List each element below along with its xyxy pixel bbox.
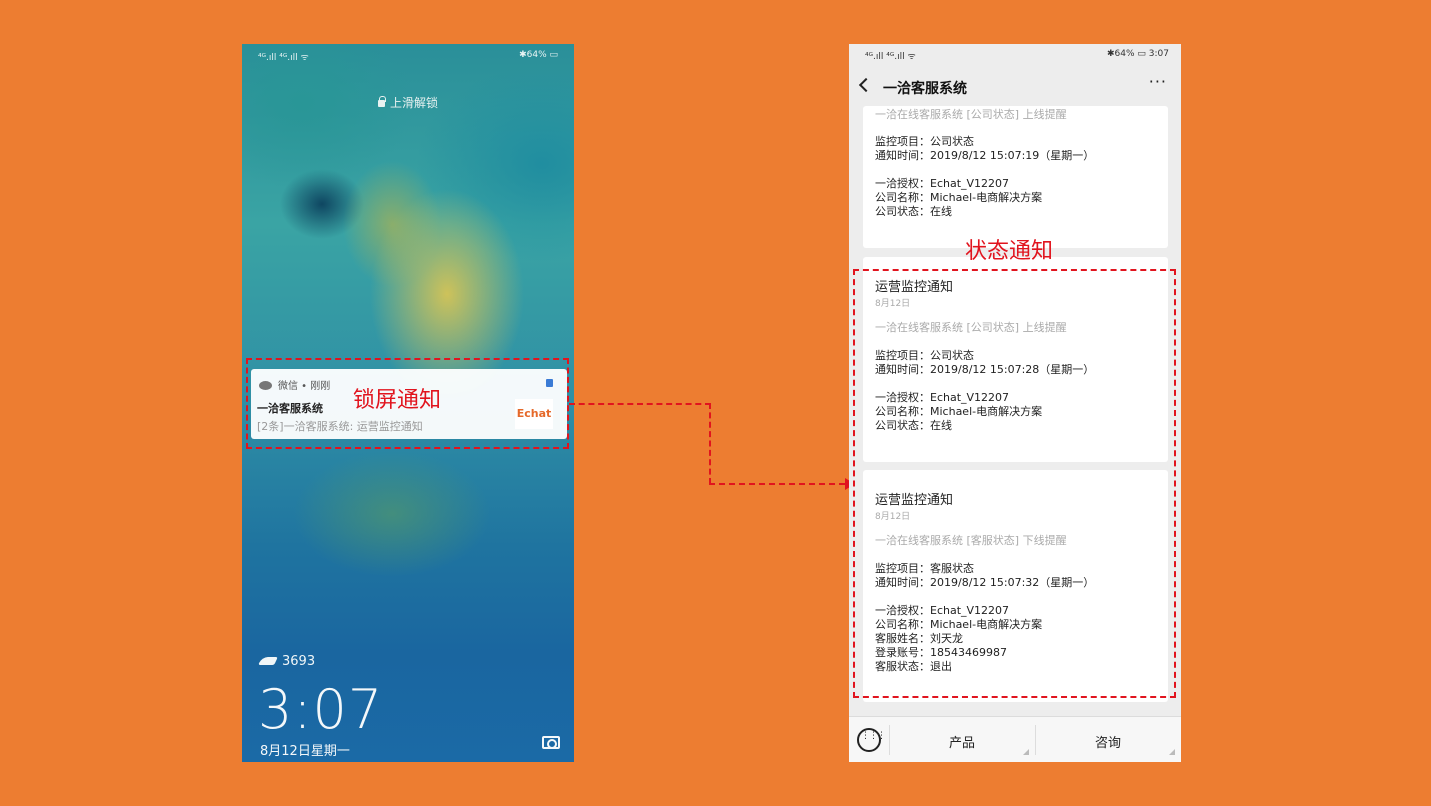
card-line: 公司状态：在线 (875, 205, 952, 218)
keyboard-icon[interactable] (857, 728, 885, 752)
battery-status: ✱64% ▭ (519, 50, 558, 60)
lock-notification-label: 锁屏通知 (353, 388, 442, 413)
submenu-indicator-icon (1023, 749, 1029, 755)
connector-line-3 (709, 483, 845, 485)
status-notification-highlight (853, 269, 1176, 698)
step-count: 3693 (282, 654, 316, 669)
more-icon[interactable]: ··· (1149, 72, 1167, 91)
step-counter: 3693 (258, 654, 316, 669)
camera-icon[interactable] (542, 736, 560, 749)
status-bar: ⁴ᴳ.ıll ⁴ᴳ.ıll ᯤ ✱64% ▭ 3:07 (865, 49, 1169, 63)
lock-icon (377, 96, 386, 107)
shoe-icon (258, 657, 278, 665)
back-icon[interactable] (858, 77, 874, 93)
chat-title: 一洽客服系统 (883, 81, 967, 97)
menu-consult-button[interactable]: 咨询 (1035, 732, 1181, 751)
submenu-indicator-icon (1169, 749, 1175, 755)
card-line: 通知时间：2019/8/12 15:07:19（星期一） (875, 149, 1095, 162)
status-bar: ⁴ᴳ.ıll ⁴ᴳ.ıll ᯤ ✱64% ▭ (258, 50, 558, 64)
card-subtitle: 一洽在线客服系统 [公司状态] 上线提醒 (875, 108, 1067, 121)
signal-icons: ⁴ᴳ.ıll ⁴ᴳ.ıll ᯤ (258, 53, 309, 63)
lock-time: 3:07 (258, 678, 384, 741)
battery-status: ✱64% ▭ 3:07 (1107, 49, 1169, 59)
unlock-hint-text: 上滑解锁 (389, 96, 438, 110)
notification-card: 一洽在线客服系统 [公司状态] 上线提醒 监控项目：公司状态 通知时间：2019… (863, 106, 1168, 248)
unlock-hint[interactable]: 上滑解锁 (242, 94, 574, 111)
chat-header: 一洽客服系统 ··· (849, 66, 1181, 106)
connector-line-1 (569, 403, 711, 405)
signal-icons: ⁴ᴳ.ıll ⁴ᴳ.ıll ᯤ (865, 52, 916, 62)
lock-date: 8月12日星期一 (260, 744, 350, 759)
status-notification-label: 状态通知 (965, 239, 1054, 264)
menu-products-button[interactable]: 产品 (889, 732, 1035, 751)
chat-menu-bar: 产品 咨询 (849, 716, 1181, 762)
connector-line-2 (709, 403, 711, 484)
